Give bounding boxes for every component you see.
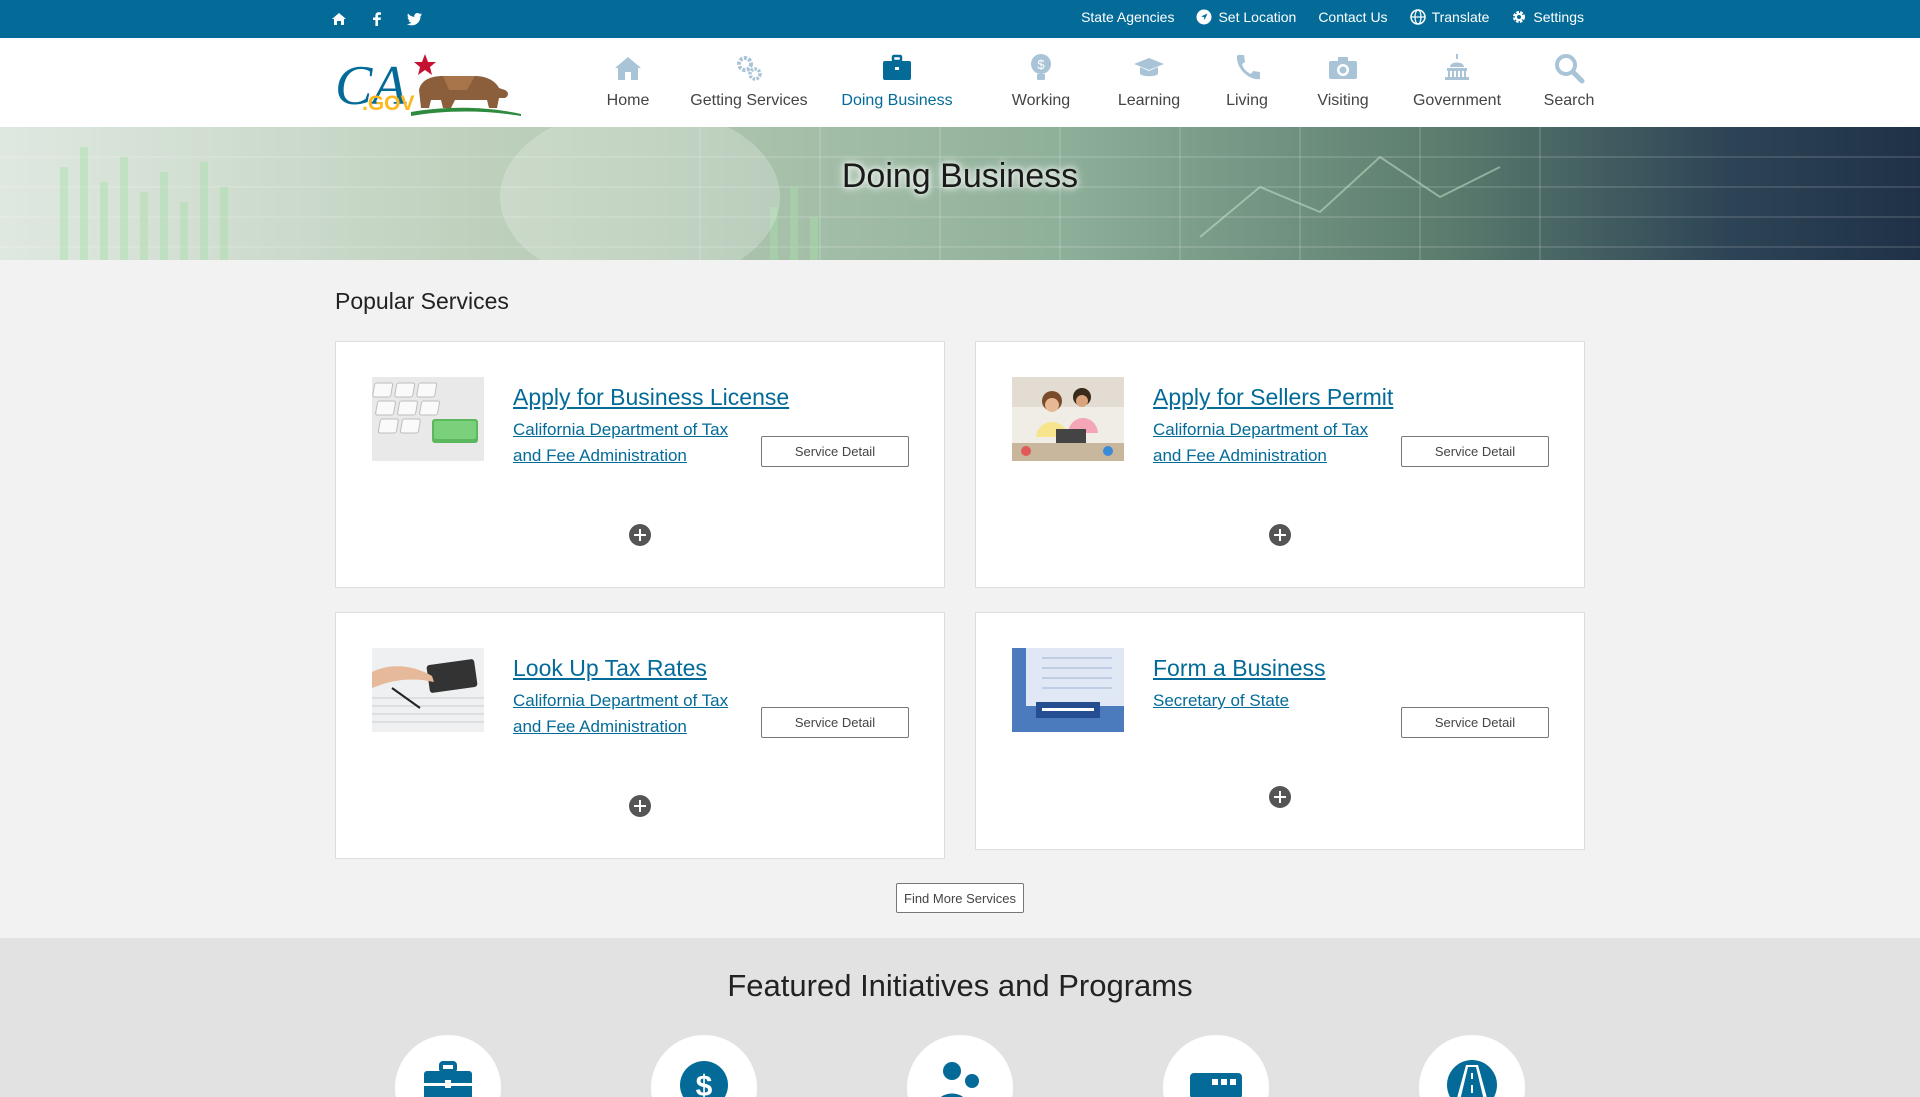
nav-learning[interactable]: Learning (1100, 38, 1198, 127)
nav-search-label: Search (1543, 92, 1595, 109)
lightbulb-dollar-icon: $ (1025, 52, 1057, 84)
service-detail-button[interactable]: Service Detail (1401, 436, 1549, 467)
featured-heading: Featured Initiatives and Programs (727, 968, 1193, 1003)
featured-briefcase-button[interactable] (395, 1035, 501, 1097)
phone-icon (1231, 52, 1263, 84)
featured-section: Featured Initiatives and Programs $ (0, 938, 1920, 1097)
search-icon (1553, 52, 1585, 84)
nav-doing-business-label: Doing Business (841, 92, 953, 109)
nav-working[interactable]: $ Working (982, 38, 1100, 127)
keyboard-image (372, 377, 484, 461)
capitol-icon (1441, 52, 1473, 84)
nav-living-label: Living (1226, 92, 1268, 109)
svg-text:.GOV: .GOV (362, 92, 415, 115)
nav-getting-services-label: Getting Services (690, 92, 808, 109)
twitter-icon[interactable] (406, 10, 424, 28)
service-detail-button[interactable]: Service Detail (761, 436, 909, 467)
featured-dollar-button[interactable]: $ (651, 1035, 757, 1097)
shop-owners-image (1012, 377, 1124, 461)
service-agency-link[interactable]: Secretary of State (1153, 688, 1383, 714)
contact-us-link[interactable]: Contact Us (1318, 9, 1387, 25)
nav-working-label: Working (1011, 92, 1071, 109)
nav-doing-business[interactable]: Doing Business (812, 38, 982, 127)
camera-icon (1327, 52, 1359, 84)
nav-government[interactable]: Government (1390, 38, 1524, 127)
nav-living[interactable]: Living (1198, 38, 1296, 127)
main-nav: Home Getting Services Doing Business $ W… (570, 38, 1614, 127)
service-card: Form a Business Secretary of State Servi… (975, 612, 1585, 850)
featured-road-button[interactable] (1419, 1035, 1525, 1097)
service-card: Apply for Business License California De… (335, 341, 945, 588)
expand-plus-icon[interactable] (629, 524, 651, 546)
globe-icon (1409, 9, 1426, 25)
home-icon (612, 52, 644, 84)
contact-us-label: Contact Us (1318, 9, 1388, 25)
nav-home[interactable]: Home (570, 38, 686, 127)
nav-search[interactable]: Search (1524, 38, 1614, 127)
nav-learning-label: Learning (1117, 92, 1181, 109)
hero-banner: Doing Business (0, 127, 1920, 260)
home-icon[interactable] (330, 10, 348, 28)
dollar-icon: $ (680, 1061, 728, 1097)
utility-social (330, 10, 424, 28)
location-icon (1196, 9, 1212, 25)
service-card: Look Up Tax Rates California Department … (335, 612, 945, 859)
popular-services-heading: Popular Services (335, 288, 509, 314)
expand-plus-icon[interactable] (1269, 786, 1291, 808)
gear-icon (1513, 11, 1526, 23)
briefcase-icon (424, 1061, 472, 1097)
graduation-cap-icon (1133, 52, 1165, 84)
set-location-label: Set Location (1218, 9, 1297, 25)
nav-visiting[interactable]: Visiting (1296, 38, 1390, 127)
service-agency-link[interactable]: California Department of Tax and Fee Adm… (513, 417, 743, 469)
expand-plus-icon[interactable] (1269, 524, 1291, 546)
find-more-services-button[interactable]: Find More Services (896, 883, 1024, 913)
settings-label: Settings (1533, 9, 1584, 25)
road-icon (1447, 1060, 1497, 1097)
nav-government-label: Government (1412, 92, 1502, 109)
state-agencies-label: State Agencies (1081, 9, 1175, 25)
id-card-icon (1190, 1073, 1242, 1097)
page-title: Doing Business (841, 157, 1079, 195)
featured-people-button[interactable] (907, 1035, 1013, 1097)
service-title-link[interactable]: Apply for Sellers Permit (1153, 384, 1393, 411)
people-icon (941, 1062, 979, 1097)
facebook-icon[interactable] (368, 10, 386, 28)
service-card: Apply for Sellers Permit California Depa… (975, 341, 1585, 588)
nav-getting-services[interactable]: Getting Services (686, 38, 812, 127)
svg-text:$: $ (696, 1070, 713, 1097)
nav-visiting-label: Visiting (1317, 92, 1369, 109)
site-header: CA .GOV Home Getting Services Doing Busi… (0, 38, 1920, 127)
translate-link[interactable]: Translate (1409, 9, 1490, 25)
settings-link[interactable]: Settings (1511, 9, 1584, 25)
featured-id-card-button[interactable] (1163, 1035, 1269, 1097)
service-agency-link[interactable]: California Department of Tax and Fee Adm… (1153, 417, 1383, 469)
utility-links: State Agencies Set Location Contact Us T… (1081, 9, 1584, 25)
set-location-link[interactable]: Set Location (1196, 9, 1296, 25)
state-agencies-link[interactable]: State Agencies (1081, 9, 1174, 25)
register-form-image (1012, 648, 1124, 732)
calculator-image (372, 648, 484, 732)
service-title-link[interactable]: Look Up Tax Rates (513, 655, 707, 682)
service-title-link[interactable]: Apply for Business License (513, 384, 789, 411)
svg-text:$: $ (1037, 57, 1045, 72)
ca-gov-logo[interactable]: CA .GOV (335, 46, 523, 118)
utility-bar: State Agencies Set Location Contact Us T… (0, 0, 1920, 38)
service-title-link[interactable]: Form a Business (1153, 655, 1326, 682)
gears-icon (733, 52, 765, 84)
service-agency-link[interactable]: California Department of Tax and Fee Adm… (513, 688, 743, 740)
expand-plus-icon[interactable] (629, 795, 651, 817)
translate-label: Translate (1431, 9, 1490, 25)
service-detail-button[interactable]: Service Detail (1401, 707, 1549, 738)
service-detail-button[interactable]: Service Detail (761, 707, 909, 738)
briefcase-icon (881, 52, 913, 84)
nav-home-label: Home (606, 92, 650, 109)
